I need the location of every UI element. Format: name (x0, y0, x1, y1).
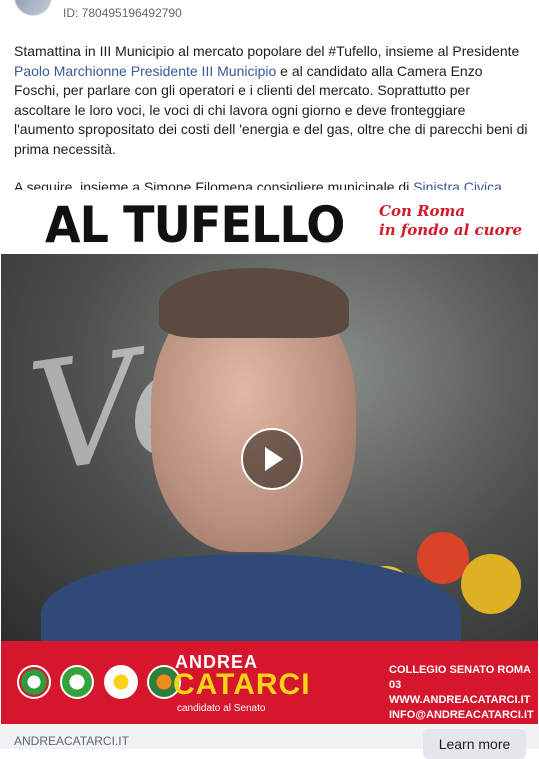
slogan-line-2: in fondo al cuore (379, 221, 523, 239)
contact-constituency: COLLEGIO SENATO ROMA 03 (389, 664, 531, 691)
link-preview-bar[interactable]: ANDREACATARCI.IT Learn more (0, 724, 539, 759)
banner-slogan: Con Roma in fondo al cuore (379, 202, 522, 240)
video-frame[interactable]: Vell (1, 254, 538, 641)
slogan-line-1: Con Roma (379, 202, 466, 220)
mention-link-marchionne[interactable]: Paolo Marchionne Presidente III Municipi… (14, 63, 276, 79)
speaker-hair (159, 268, 349, 338)
speaker-shirt (41, 554, 461, 641)
learn-more-button[interactable]: Learn more (423, 729, 526, 759)
contact-info: COLLEGIO SENATO ROMA 03 WWW.ANDREACATARC… (389, 663, 538, 723)
video-title-banner: AL TUFELLO Con Roma in fondo al cuore (1, 190, 538, 254)
play-icon (265, 447, 283, 471)
post-paragraph-1: Stamattina in III Municipio al mercato p… (14, 42, 529, 159)
europa-logo-icon (60, 665, 95, 699)
post-header: ID: 780495196492790 (0, 0, 539, 30)
contact-website: WWW.ANDREACATARCI.IT (389, 694, 531, 706)
pd-logo-icon (17, 665, 51, 699)
paragraph-1-text-start: Stamattina in III Municipio al mercato p… (14, 43, 520, 59)
contact-email: INFO@ANDREACATARCI.IT (389, 709, 534, 721)
candidate-last-name: CATARCI (173, 668, 311, 701)
candidate-role: candidato al Senato (177, 703, 266, 714)
avatar[interactable] (14, 0, 52, 16)
post-id: ID: 780495196492790 (63, 6, 182, 20)
candidate-footer-bar: ANDREA CATARCI candidato al Senato COLLE… (1, 641, 538, 724)
banner-title: AL TUFELLO (45, 196, 345, 254)
party-logos (17, 665, 186, 699)
play-button[interactable] (241, 428, 303, 490)
video-post-media[interactable]: AL TUFELLO Con Roma in fondo al cuore Ve… (1, 190, 538, 724)
fruit-decoration (461, 554, 521, 614)
civica-logo-icon (103, 665, 138, 699)
link-domain: ANDREACATARCI.IT (14, 734, 129, 748)
